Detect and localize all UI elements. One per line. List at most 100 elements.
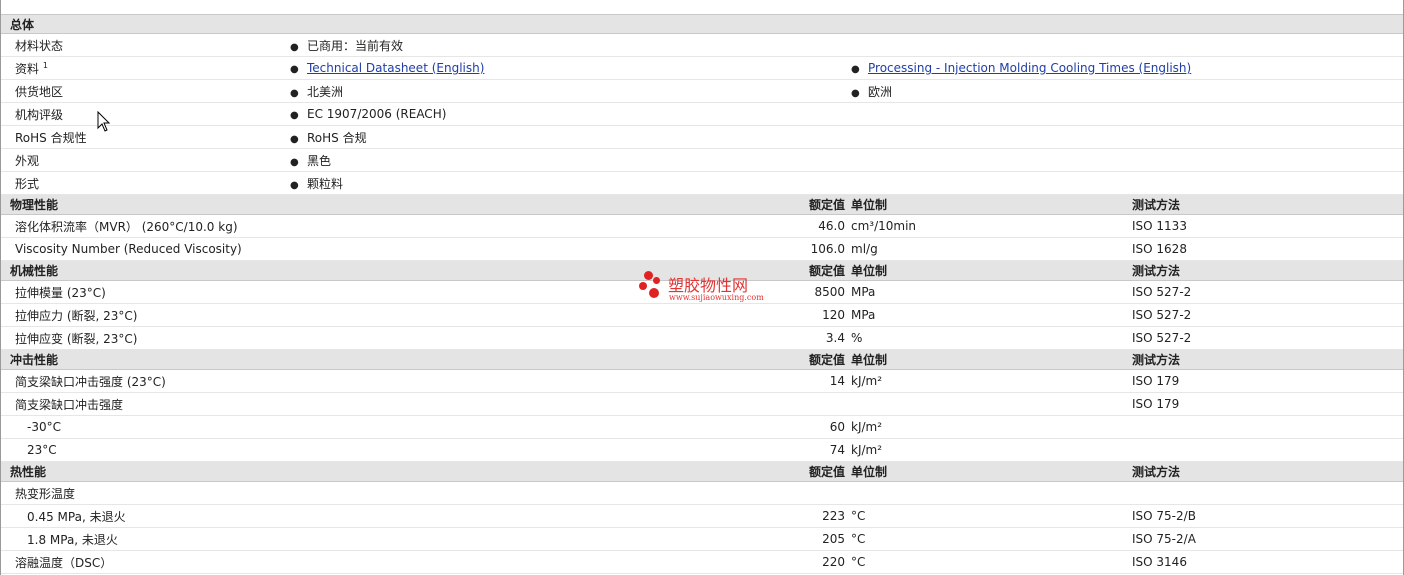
row-test-method: ISO 527-2 xyxy=(1132,280,1404,304)
row-value: 74 xyxy=(668,438,851,462)
table-row: 溶化体积流率（MVR） (260°C/10.0 kg) 46.0 cm³/10min… xyxy=(1,214,1404,238)
bullet-icon: ● xyxy=(290,110,299,121)
table-row: 23°C 74 kJ/m² xyxy=(1,438,1404,462)
header-test: 测试方法 xyxy=(1132,194,1404,215)
row-test-method xyxy=(1132,438,1404,462)
table-row: 材料状态 ● 已商用：当前有效 xyxy=(1,33,1404,57)
row-test-method: ISO 527-2 xyxy=(1132,326,1404,350)
row-unit: °C xyxy=(851,527,1132,551)
logo-dot-icon xyxy=(649,288,659,298)
bullet-icon: ● xyxy=(290,156,299,168)
header-test: 测试方法 xyxy=(1132,461,1404,482)
row-value: 106.0 xyxy=(668,237,851,261)
row-unit xyxy=(851,481,1132,505)
row-value: 205 xyxy=(668,527,851,551)
row-value: 220 xyxy=(668,550,851,574)
header-test: 测试方法 xyxy=(1132,260,1404,281)
header-unit: 单位制 xyxy=(851,194,1132,215)
row-test-method: ISO 1628 xyxy=(1132,237,1404,261)
row-value: 46.0 xyxy=(668,214,851,238)
row-label: 0.45 MPa, 未退火 xyxy=(1,504,668,528)
bullet-icon: ● xyxy=(290,179,299,191)
table-row: 热变形温度 xyxy=(1,481,1404,505)
section-general: 总体 xyxy=(1,14,1404,34)
row-test-method: ISO 179 xyxy=(1132,392,1404,416)
table-row: 形式 ● 颗粒料 xyxy=(1,171,1404,195)
row-test-method xyxy=(1132,415,1404,439)
bullet-icon: ● xyxy=(290,64,299,75)
cooling-times-link[interactable]: Processing - Injection Molding Cooling T… xyxy=(868,61,1191,75)
table-row: 溶融温度（DSC） 220 °C ISO 3146 xyxy=(1,550,1404,574)
table-row: Viscosity Number (Reduced Viscosity) 106.… xyxy=(1,237,1404,261)
row-label: 拉伸应变 (断裂, 23°C) xyxy=(1,326,668,350)
row-test-method: ISO 75-2/B xyxy=(1132,504,1404,528)
header-unit: 单位制 xyxy=(851,461,1132,482)
table-row: 1.8 MPa, 未退火 205 °C ISO 75-2/A xyxy=(1,527,1404,551)
row-label: 拉伸模量 (23°C) xyxy=(1,280,668,304)
table-row: 拉伸应变 (断裂, 23°C) 3.4% ISO 527-2 xyxy=(1,326,1404,350)
row-label: -30°C xyxy=(1,415,668,439)
row-label: 供货地区 xyxy=(1,79,290,103)
table-row: 外观 ● 黑色 xyxy=(1,148,1404,172)
row-value: 3.4 xyxy=(668,326,851,350)
row-unit: MPa xyxy=(851,280,1132,304)
table-row: -30°C 60 kJ/m² xyxy=(1,415,1404,439)
footnote-marker: 1 xyxy=(42,60,48,70)
row-unit: kJ/m² xyxy=(851,438,1132,462)
row-label: 拉伸应力 (断裂, 23°C) xyxy=(1,303,668,327)
table-row: 机构评级 ● EC 1907/2006 (REACH) xyxy=(1,102,1404,126)
row-test-method: ISO 179 xyxy=(1132,369,1404,393)
row-unit: ml/g xyxy=(851,237,1132,261)
bullet-icon: ● xyxy=(851,64,860,75)
row-unit: kJ/m² xyxy=(851,415,1132,439)
row-value: 14 xyxy=(668,369,851,393)
row-value xyxy=(668,481,851,505)
table-row: 资料 1 ● Technical Datasheet (English) ● Pro… xyxy=(1,56,1404,80)
row-label: RoHS 合规性 xyxy=(1,125,290,149)
bullet-icon: ● xyxy=(290,41,299,53)
row-value: 北美洲 xyxy=(307,84,344,99)
table-row: 供货地区 ● 北美洲 ● 欧洲 xyxy=(1,79,1404,103)
header-unit: 单位制 xyxy=(851,260,1132,281)
logo-dot-icon xyxy=(644,271,653,280)
section-title: 物理性能 xyxy=(1,194,668,215)
logo-dot-icon xyxy=(639,282,647,290)
section-physical: 物理性能 额定值 单位制 测试方法 xyxy=(1,194,1404,215)
row-test-method: ISO 3146 xyxy=(1132,550,1404,574)
header-nominal: 额定值 xyxy=(668,461,851,482)
technical-datasheet-link[interactable]: Technical Datasheet (English) xyxy=(307,61,484,75)
row-label: 溶融温度（DSC） xyxy=(1,550,668,574)
header-nominal: 额定值 xyxy=(668,349,851,370)
row-value: EC 1907/2006 (REACH) xyxy=(307,107,447,121)
row-label: 简支梁缺口冲击强度 (23°C) xyxy=(1,369,668,393)
row-value: 颗粒料 xyxy=(307,176,344,191)
row-test-method: ISO 527-2 xyxy=(1132,303,1404,327)
section-title: 机械性能 xyxy=(1,260,668,281)
header-nominal: 额定值 xyxy=(668,194,851,215)
row-unit: cm³/10min xyxy=(851,214,1132,238)
row-test-method: ISO 75-2/A xyxy=(1132,527,1404,551)
row-label: 机构评级 xyxy=(1,102,290,126)
row-label: 溶化体积流率（MVR） (260°C/10.0 kg) xyxy=(1,214,668,238)
mouse-cursor-icon xyxy=(97,111,111,132)
table-row: 0.45 MPa, 未退火 223 °C ISO 75-2/B xyxy=(1,504,1404,528)
row-value xyxy=(668,392,851,416)
section-title: 热性能 xyxy=(1,461,668,482)
row-label: 形式 xyxy=(1,171,290,195)
row-unit: °C xyxy=(851,504,1132,528)
watermark-url: www.sujiaowuxing.com xyxy=(669,293,764,302)
row-test-method: ISO 1133 xyxy=(1132,214,1404,238)
bullet-icon: ● xyxy=(851,87,860,99)
row-value: 60 xyxy=(668,415,851,439)
row-label: 23°C xyxy=(1,438,668,462)
row-value: 欧洲 xyxy=(868,84,893,99)
row-value: 已商用：当前有效 xyxy=(307,38,404,53)
watermark-logo: 塑胶物性网 www.sujiaowuxing.com xyxy=(636,268,776,308)
header-test: 测试方法 xyxy=(1132,349,1404,370)
row-unit: kJ/m² xyxy=(851,369,1132,393)
row-label: 1.8 MPa, 未退火 xyxy=(1,527,668,551)
section-title: 冲击性能 xyxy=(1,349,668,370)
section-thermal: 热性能 额定值 单位制 测试方法 xyxy=(1,461,1404,482)
section-title: 总体 xyxy=(1,14,1404,34)
row-value: RoHS 合规 xyxy=(307,130,367,145)
